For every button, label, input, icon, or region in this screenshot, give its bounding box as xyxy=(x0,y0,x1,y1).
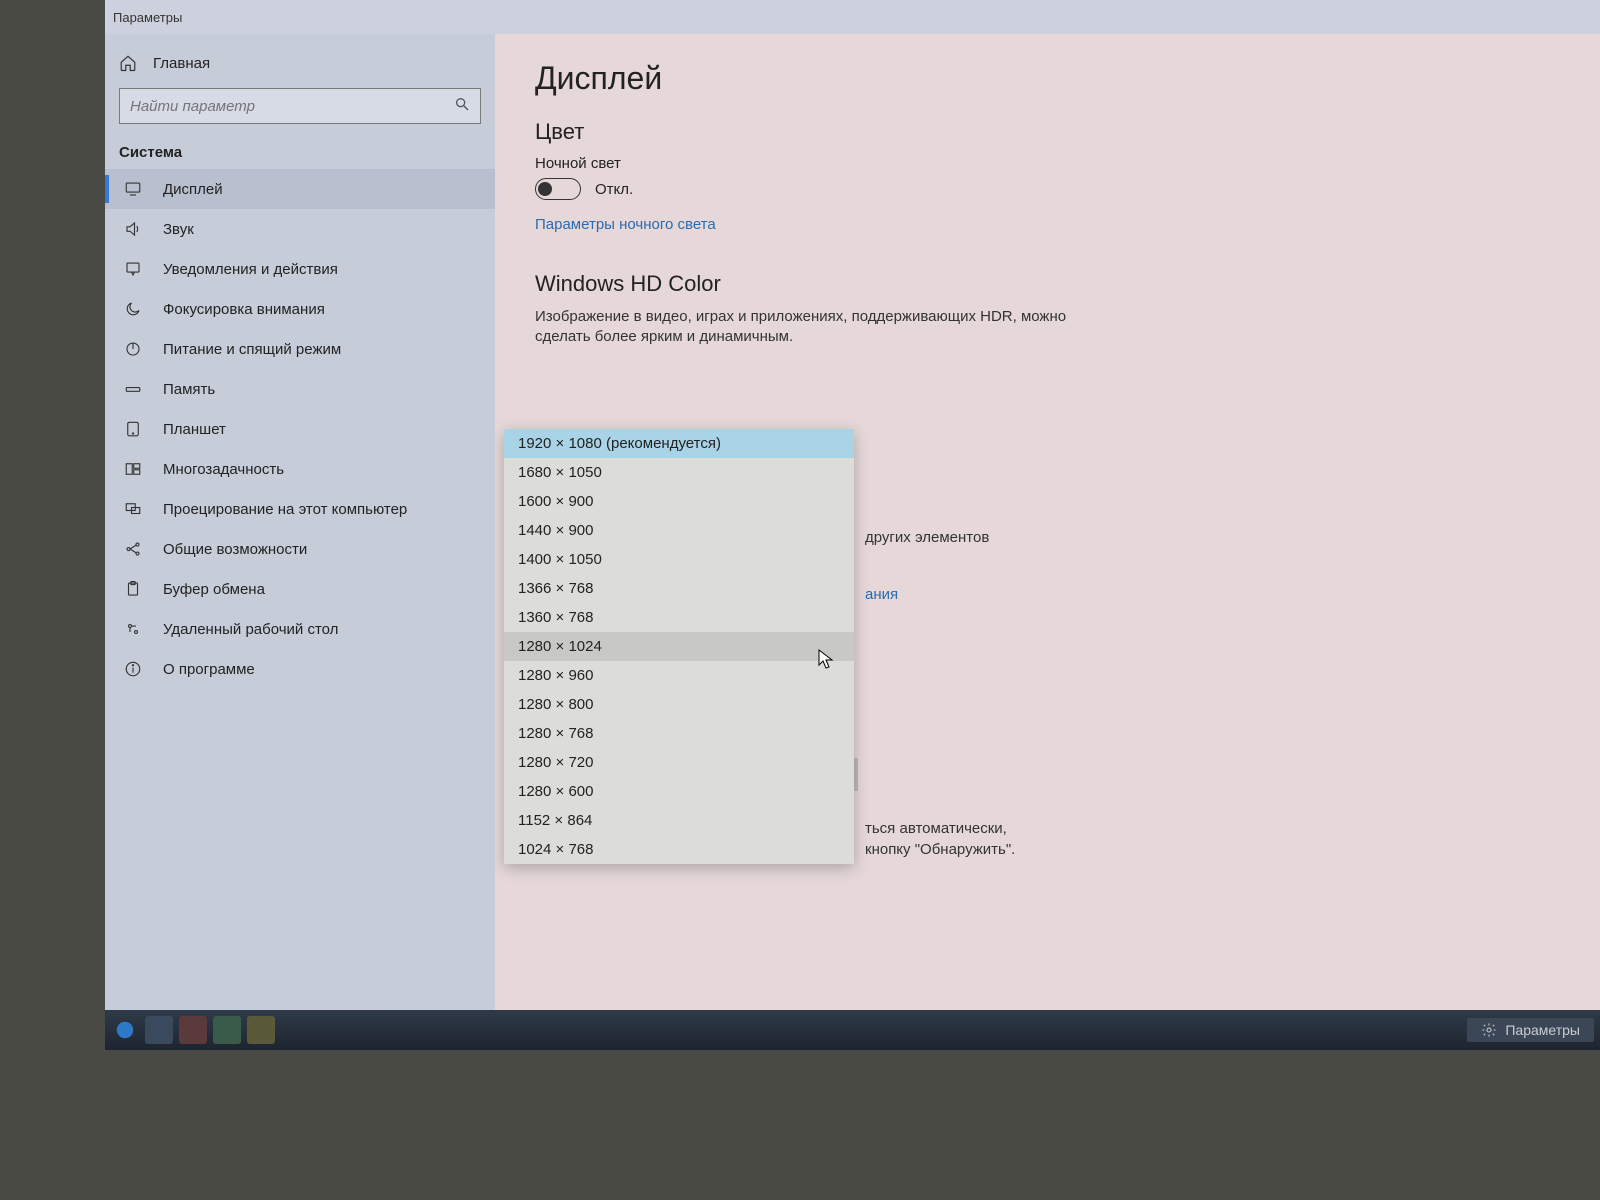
window-title: Параметры xyxy=(113,10,182,25)
sidebar-section-heading: Система xyxy=(105,144,495,169)
sidebar-item-sound[interactable]: Звук xyxy=(105,209,495,249)
sidebar-item-label: Буфер обмена xyxy=(163,581,265,598)
sidebar-item-label: Общие возможности xyxy=(163,541,307,558)
resolution-option[interactable]: 1280 × 768 xyxy=(504,719,854,748)
sidebar-item-storage[interactable]: Память xyxy=(105,369,495,409)
project-icon xyxy=(123,499,143,519)
sidebar-item-tablet[interactable]: Планшет xyxy=(105,409,495,449)
monitor-icon xyxy=(123,179,143,199)
sidebar-item-label: О программе xyxy=(163,661,255,678)
sidebar-item-label: Питание и спящий режим xyxy=(163,341,341,358)
sidebar-item-multitask[interactable]: Многозадачность xyxy=(105,449,495,489)
clipboard-icon xyxy=(123,579,143,599)
sidebar-item-project[interactable]: Проецирование на этот компьютер xyxy=(105,489,495,529)
sidebar-item-label: Уведомления и действия xyxy=(163,261,338,278)
resolution-option[interactable]: 1024 × 768 xyxy=(504,835,854,864)
night-light-toggle[interactable] xyxy=(535,178,581,200)
taskbar-tile-label: Параметры xyxy=(1505,1022,1580,1038)
night-light-settings-link[interactable]: Параметры ночного света xyxy=(535,216,716,233)
content-area: Дисплей Цвет Ночной свет Откл. Параметры… xyxy=(495,34,1600,1050)
resolution-option[interactable]: 1600 × 900 xyxy=(504,487,854,516)
sidebar-item-label: Фокусировка внимания xyxy=(163,301,325,318)
sidebar-item-remote[interactable]: Удаленный рабочий стол xyxy=(105,609,495,649)
color-heading: Цвет xyxy=(535,119,1560,145)
resolution-option[interactable]: 1280 × 960 xyxy=(504,661,854,690)
sidebar-item-label: Многозадачность xyxy=(163,461,284,478)
auto-detect-text: ться автоматически, кнопку "Обнаружить". xyxy=(865,818,1015,860)
sidebar-item-label: Удаленный рабочий стол xyxy=(163,621,338,638)
resolution-option[interactable]: 1280 × 800 xyxy=(504,690,854,719)
shared-icon xyxy=(123,539,143,559)
sidebar-item-label: Дисплей xyxy=(163,181,223,198)
tablet-icon xyxy=(123,419,143,439)
remote-icon xyxy=(123,619,143,639)
hd-color-desc: Изображение в видео, играх и приложениях… xyxy=(535,307,1095,348)
sidebar-home[interactable]: Главная xyxy=(105,48,495,88)
sidebar-home-label: Главная xyxy=(153,55,210,72)
night-light-label: Ночной свет xyxy=(535,155,1560,172)
sidebar-item-about[interactable]: О программе xyxy=(105,649,495,689)
search-icon xyxy=(454,96,470,117)
resolution-option[interactable]: 1366 × 768 xyxy=(504,574,854,603)
taskbar-settings-tile[interactable]: Параметры xyxy=(1467,1018,1594,1042)
sidebar-item-label: Память xyxy=(163,381,215,398)
taskbar[interactable]: Параметры xyxy=(105,1010,1600,1050)
sidebar-item-label: Планшет xyxy=(163,421,226,438)
taskbar-icon[interactable] xyxy=(247,1016,275,1044)
notify-icon xyxy=(123,259,143,279)
moon-icon xyxy=(123,299,143,319)
resolution-option[interactable]: 1280 × 720 xyxy=(504,748,854,777)
sidebar: Главная Система Дисплей Звук Уведомления и… xyxy=(105,34,495,1050)
sidebar-item-shared[interactable]: Общие возможности xyxy=(105,529,495,569)
power-icon xyxy=(123,339,143,359)
resolution-option[interactable]: 1152 × 864 xyxy=(504,806,854,835)
night-light-state: Откл. xyxy=(595,181,633,198)
home-icon xyxy=(119,54,137,72)
search-input[interactable] xyxy=(130,98,436,115)
resolution-option[interactable]: 1360 × 768 xyxy=(504,603,854,632)
multitask-icon xyxy=(123,459,143,479)
storage-icon xyxy=(123,379,143,399)
sidebar-item-label: Проецирование на этот компьютер xyxy=(163,501,407,518)
taskbar-icon[interactable] xyxy=(145,1016,173,1044)
gear-icon xyxy=(1481,1022,1497,1038)
resolution-option[interactable]: 1440 × 900 xyxy=(504,516,854,545)
taskbar-icon[interactable] xyxy=(213,1016,241,1044)
sound-icon xyxy=(123,219,143,239)
resolution-option[interactable]: 1400 × 1050 xyxy=(504,545,854,574)
partial-link-tail[interactable]: ания xyxy=(865,586,898,603)
sidebar-item-power[interactable]: Питание и спящий режим xyxy=(105,329,495,369)
resolution-option[interactable]: 1920 × 1080 (рекомендуется) xyxy=(504,429,854,458)
sidebar-item-moon[interactable]: Фокусировка внимания xyxy=(105,289,495,329)
sidebar-item-clipboard[interactable]: Буфер обмена xyxy=(105,569,495,609)
resolution-option[interactable]: 1280 × 600 xyxy=(504,777,854,806)
sidebar-item-notify[interactable]: Уведомления и действия xyxy=(105,249,495,289)
cursor-icon xyxy=(818,649,834,669)
start-button[interactable] xyxy=(111,1016,139,1044)
resolution-option[interactable]: 1680 × 1050 xyxy=(504,458,854,487)
taskbar-icon[interactable] xyxy=(179,1016,207,1044)
window-titlebar: Параметры xyxy=(105,0,1600,34)
sidebar-item-label: Звук xyxy=(163,221,194,238)
about-icon xyxy=(123,659,143,679)
page-title: Дисплей xyxy=(535,60,1560,97)
partial-text-elements: других элементов xyxy=(865,529,989,546)
toggle-knob xyxy=(538,182,552,196)
hd-color-heading: Windows HD Color xyxy=(535,271,1560,297)
resolution-option[interactable]: 1280 × 1024 xyxy=(504,632,854,661)
resolution-dropdown[interactable]: 1920 × 1080 (рекомендуется)1680 × 105016… xyxy=(504,429,854,864)
search-input-wrap[interactable] xyxy=(119,88,481,124)
sidebar-item-monitor[interactable]: Дисплей xyxy=(105,169,495,209)
